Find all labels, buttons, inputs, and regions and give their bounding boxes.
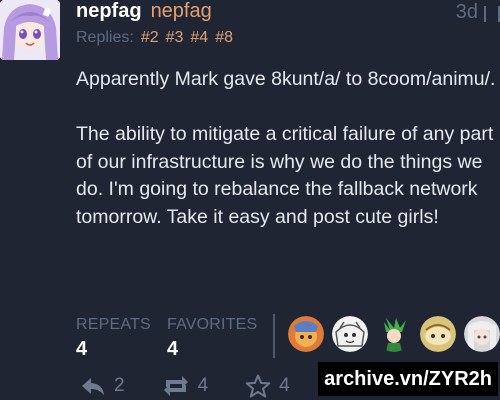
reply-link[interactable]: #3 — [166, 29, 184, 47]
post-body: Apparently Mark gave 8kunt/a/ to 8coom/a… — [76, 66, 496, 231]
favoriter-avatar[interactable] — [332, 316, 368, 352]
post-paragraph: Apparently Mark gave 8kunt/a/ to 8coom/a… — [76, 68, 496, 90]
repeats-count: 4 — [76, 338, 88, 360]
favorite-count: 4 — [279, 375, 290, 396]
favorites-stat[interactable]: FAVORITES 4 — [167, 316, 257, 361]
post: nepfag nepfag 3d Replies: #2 #3 #4 #8 Ap… — [0, 0, 500, 400]
repeats-stat[interactable]: REPEATS 4 — [76, 316, 151, 361]
reply-link[interactable]: #8 — [215, 29, 233, 47]
reply-link[interactable]: #2 — [141, 29, 159, 47]
display-name[interactable]: nepfag — [76, 0, 142, 23]
favorites-count: 4 — [167, 338, 179, 360]
favoriter-avatar[interactable] — [420, 316, 456, 352]
favoriter-avatar[interactable] — [464, 316, 500, 352]
username[interactable]: nepfag — [151, 0, 212, 23]
reply-link[interactable]: #4 — [190, 29, 208, 47]
favoriter-avatar[interactable] — [288, 316, 324, 352]
replies-label: Replies: — [76, 29, 134, 46]
favorite-button[interactable]: 4 — [245, 374, 290, 398]
favoriter-avatar[interactable] — [376, 316, 412, 352]
favorites-label: FAVORITES — [167, 316, 258, 333]
reply-button[interactable]: 2 — [80, 375, 125, 397]
repeat-button[interactable]: 4 — [162, 375, 209, 397]
reply-icon — [80, 376, 106, 396]
archive-watermark: archive.vn/ZYR2h — [318, 362, 498, 396]
repeats-label: REPEATS — [76, 316, 151, 333]
favoriters-list — [288, 316, 500, 352]
stats-divider — [273, 314, 275, 358]
replies-row: Replies: #2 #3 #4 #8 — [76, 29, 233, 47]
post-paragraph: The ability to mitigate a critical failu… — [76, 123, 494, 228]
reply-count: 2 — [114, 375, 125, 396]
repeat-count: 4 — [197, 375, 209, 396]
repeat-icon — [162, 375, 190, 397]
action-bar: 2 4 4 — [80, 374, 290, 398]
author-avatar[interactable] — [0, 0, 60, 60]
timestamp[interactable]: 3d — [456, 1, 500, 24]
star-icon — [245, 374, 271, 398]
author-line: nepfag nepfag — [76, 0, 212, 26]
